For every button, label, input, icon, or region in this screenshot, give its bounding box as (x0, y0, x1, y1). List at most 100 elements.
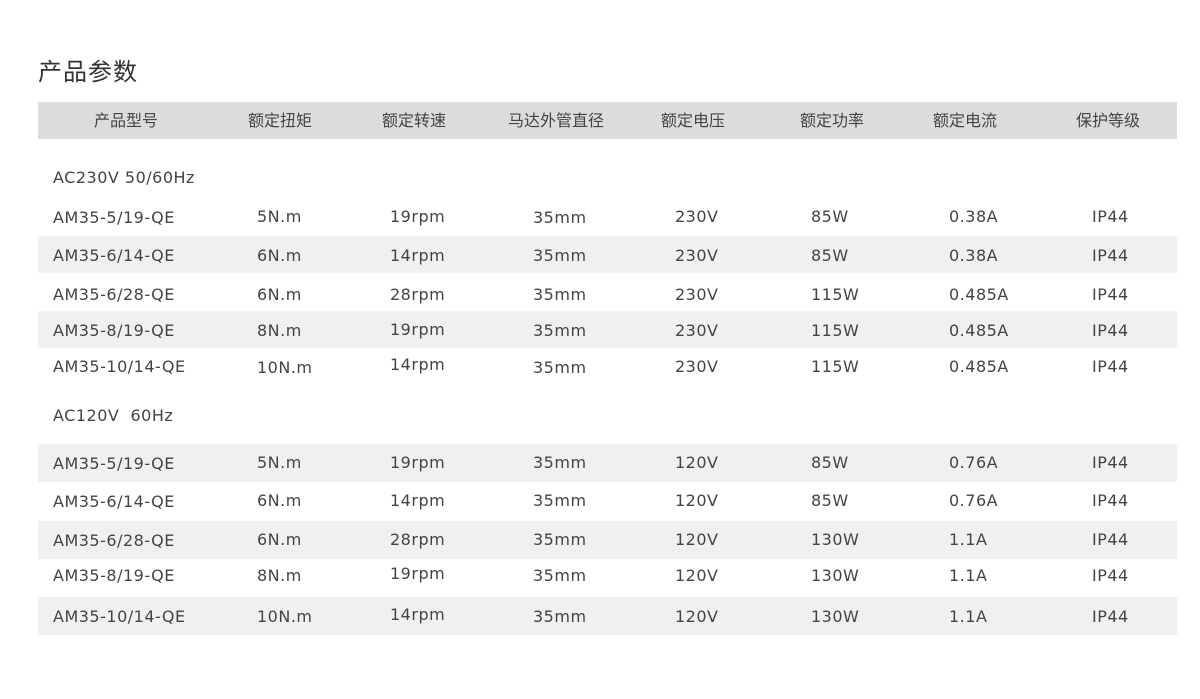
cell-model: AM35-6/28-QE (53, 285, 175, 304)
cell-model: AM35-8/19-QE (53, 321, 175, 340)
cell-current: 0.38A (949, 246, 999, 265)
cell-torque: 10N.m (257, 358, 313, 377)
cell-model: AM35-5/19-QE (53, 208, 175, 227)
cell-voltage: 120V (675, 566, 719, 585)
column-header-protection: 保护等级 (1076, 111, 1141, 130)
column-header-torque: 额定扭矩 (248, 111, 313, 130)
cell-speed: 14rpm (390, 605, 446, 624)
cell-diameter: 35mm (533, 566, 587, 585)
cell-speed: 28rpm (390, 285, 446, 304)
table-row: AM35-5/19-QE 5N.m 19rpm 35mm 120V 85W 0.… (38, 444, 1177, 482)
cell-current: 0.76A (949, 453, 999, 472)
cell-voltage: 120V (675, 530, 719, 549)
cell-voltage: 230V (675, 357, 719, 376)
cell-torque: 5N.m (257, 453, 302, 472)
cell-protection: IP44 (1092, 566, 1129, 585)
cell-model: AM35-6/28-QE (53, 531, 175, 550)
cell-current: 1.1A (949, 607, 988, 626)
cell-diameter: 35mm (533, 453, 587, 472)
cell-speed: 19rpm (390, 453, 446, 472)
column-header-power: 额定功率 (800, 111, 865, 130)
cell-diameter: 35mm (533, 285, 587, 304)
cell-current: 1.1A (949, 530, 988, 549)
page-title: 产品参数 (38, 58, 138, 86)
cell-speed: 14rpm (390, 246, 446, 265)
cell-torque: 10N.m (257, 607, 313, 626)
cell-power: 115W (811, 357, 860, 376)
cell-model: AM35-8/19-QE (53, 566, 175, 585)
cell-protection: IP44 (1092, 530, 1129, 549)
cell-speed: 19rpm (390, 207, 446, 226)
cell-torque: 6N.m (257, 246, 302, 265)
cell-model: AM35-10/14-QE (53, 357, 186, 376)
cell-power: 85W (811, 207, 849, 226)
cell-power: 85W (811, 246, 849, 265)
cell-protection: IP44 (1092, 357, 1129, 376)
cell-power: 130W (811, 530, 860, 549)
table-row: AM35-10/14-QE 10N.m 14rpm 35mm 230V 115W… (38, 348, 1177, 384)
cell-speed: 14rpm (390, 491, 446, 510)
table-header: 产品型号 额定扭矩 额定转速 马达外管直径 额定电压 额定功率 额定电流 保护等… (38, 102, 1177, 139)
cell-model: AM35-6/14-QE (53, 492, 175, 511)
cell-diameter: 35mm (533, 607, 587, 626)
cell-voltage: 120V (675, 491, 719, 510)
group-title-ac120v: AC120V 60Hz (53, 406, 174, 425)
cell-power: 130W (811, 566, 860, 585)
group-title-ac230v: AC230V 50/60Hz (53, 168, 195, 187)
cell-torque: 6N.m (257, 285, 302, 304)
cell-model: AM35-6/14-QE (53, 246, 175, 265)
cell-voltage: 230V (675, 285, 719, 304)
cell-voltage: 120V (675, 607, 719, 626)
cell-protection: IP44 (1092, 453, 1129, 472)
column-header-speed: 额定转速 (382, 111, 447, 130)
table-row: AM35-10/14-QE 10N.m 14rpm 35mm 120V 130W… (38, 597, 1177, 635)
cell-diameter: 35mm (533, 321, 587, 340)
cell-voltage: 230V (675, 246, 719, 265)
cell-current: 0.485A (949, 357, 1009, 376)
cell-current: 0.76A (949, 491, 999, 510)
table-row: AM35-6/14-QE 6N.m 14rpm 35mm 120V 85W 0.… (38, 482, 1177, 520)
cell-diameter: 35mm (533, 208, 587, 227)
cell-current: 0.485A (949, 321, 1009, 340)
cell-model: AM35-10/14-QE (53, 607, 186, 626)
cell-voltage: 120V (675, 453, 719, 472)
cell-protection: IP44 (1092, 207, 1129, 226)
column-header-current: 额定电流 (933, 111, 998, 130)
column-header-voltage: 额定电压 (661, 111, 726, 130)
table-row: AM35-6/28-QE 6N.m 28rpm 35mm 230V 115W 0… (38, 274, 1177, 310)
cell-current: 0.38A (949, 207, 999, 226)
cell-current: 0.485A (949, 285, 1009, 304)
cell-protection: IP44 (1092, 285, 1129, 304)
cell-protection: IP44 (1092, 246, 1129, 265)
cell-speed: 28rpm (390, 530, 446, 549)
table-row: AM35-8/19-QE 8N.m 19rpm 35mm 230V 115W 0… (38, 311, 1177, 348)
cell-diameter: 35mm (533, 358, 587, 377)
cell-speed: 14rpm (390, 355, 446, 374)
cell-diameter: 35mm (533, 530, 587, 549)
cell-power: 130W (811, 607, 860, 626)
cell-torque: 8N.m (257, 321, 302, 340)
table-row: AM35-8/19-QE 8N.m 19rpm 35mm 120V 130W 1… (38, 559, 1177, 596)
cell-speed: 19rpm (390, 564, 446, 583)
cell-diameter: 35mm (533, 491, 587, 510)
cell-voltage: 230V (675, 207, 719, 226)
table-row: AM35-6/14-QE 6N.m 14rpm 35mm 230V 85W 0.… (38, 236, 1177, 273)
cell-power: 85W (811, 453, 849, 472)
cell-protection: IP44 (1092, 321, 1129, 340)
cell-power: 115W (811, 285, 860, 304)
table-row: AM35-6/28-QE 6N.m 28rpm 35mm 120V 130W 1… (38, 521, 1177, 559)
column-header-model: 产品型号 (94, 111, 159, 130)
cell-power: 85W (811, 491, 849, 510)
cell-current: 1.1A (949, 566, 988, 585)
cell-torque: 6N.m (257, 530, 302, 549)
cell-power: 115W (811, 321, 860, 340)
cell-torque: 6N.m (257, 491, 302, 510)
cell-speed: 19rpm (390, 320, 446, 339)
column-header-tube-diameter: 马达外管直径 (508, 111, 605, 130)
cell-voltage: 230V (675, 321, 719, 340)
cell-protection: IP44 (1092, 607, 1129, 626)
cell-torque: 5N.m (257, 207, 302, 226)
cell-diameter: 35mm (533, 246, 587, 265)
cell-model: AM35-5/19-QE (53, 454, 175, 473)
cell-protection: IP44 (1092, 491, 1129, 510)
